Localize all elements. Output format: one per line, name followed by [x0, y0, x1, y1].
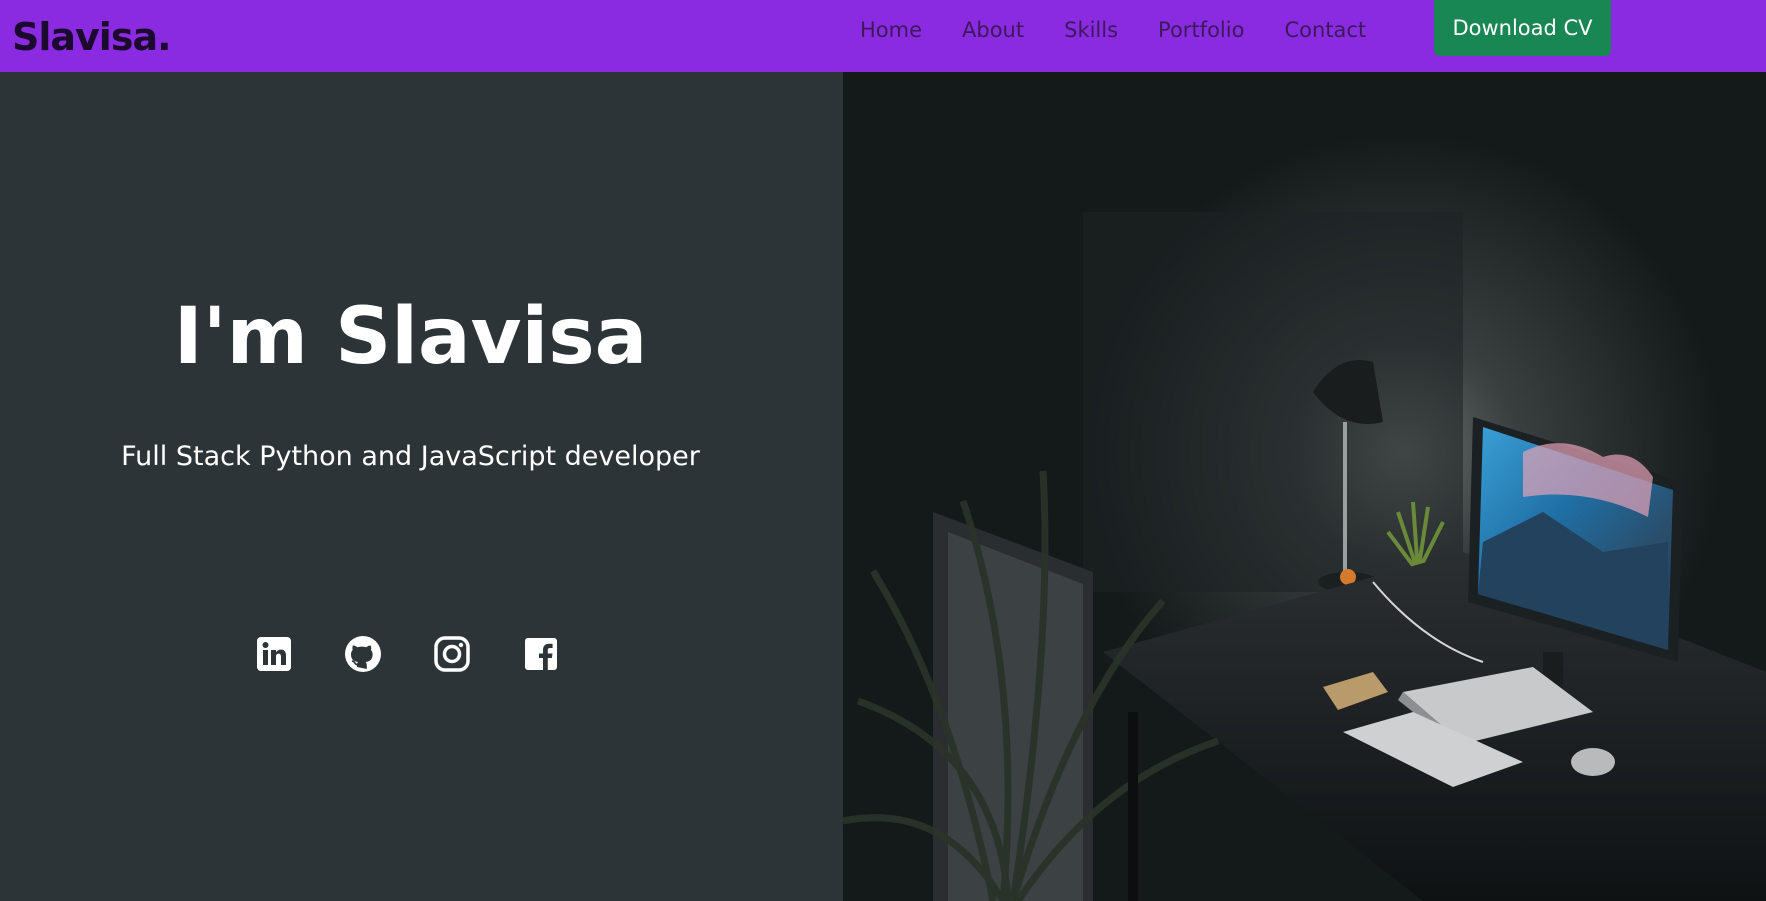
nav-link-about[interactable]: About [962, 18, 1024, 42]
github-link[interactable] [341, 632, 385, 676]
hero-title: I'm Slavisa [173, 292, 648, 382]
nav-link-portfolio[interactable]: Portfolio [1158, 18, 1244, 42]
brand-logo[interactable]: Slavisa. [12, 12, 172, 62]
instagram-link[interactable] [430, 632, 474, 676]
linkedin-icon [257, 637, 291, 671]
workspace-photo [843, 72, 1766, 901]
nav-link-skills[interactable]: Skills [1064, 18, 1118, 42]
facebook-link[interactable] [519, 632, 563, 676]
hero-panel: I'm Slavisa Full Stack Python and JavaSc… [0, 72, 843, 901]
desk-workspace-photo [843, 72, 1766, 901]
nav-link-home[interactable]: Home [860, 18, 922, 42]
download-cv-button[interactable]: Download CV [1434, 0, 1611, 56]
nav-link-contact[interactable]: Contact [1284, 18, 1366, 42]
linkedin-link[interactable] [252, 632, 296, 676]
social-links [252, 632, 608, 676]
navbar: Slavisa. Home About Skills Portfolio Con… [0, 0, 1766, 72]
github-icon [345, 636, 381, 672]
instagram-icon [434, 636, 470, 672]
nav-links: Home About Skills Portfolio Contact [860, 0, 1406, 60]
hero-subtitle: Full Stack Python and JavaScript develop… [121, 441, 700, 472]
facebook-icon [525, 638, 557, 670]
